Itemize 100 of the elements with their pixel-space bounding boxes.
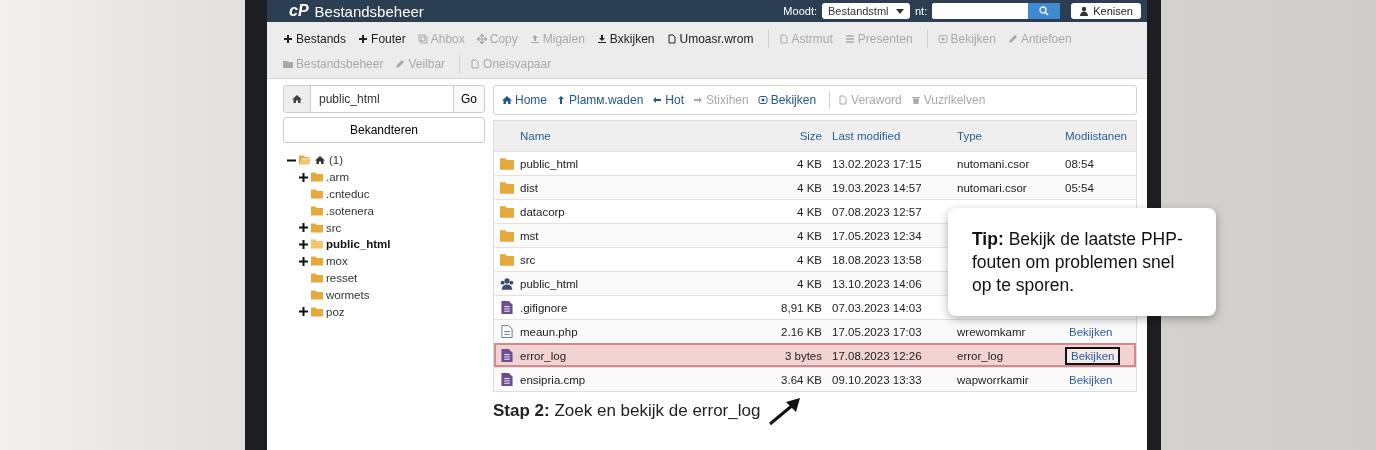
tree-item[interactable]: wormets: [326, 288, 370, 301]
table-row[interactable]: meaun.php 2.16 KB 17.05.2023 17:03 wrewomkamr Bekijken: [494, 319, 1136, 343]
column-header[interactable]: Size: [770, 130, 832, 142]
folder-icon: [311, 256, 323, 267]
toolbar-button[interactable]: Fouter: [354, 31, 414, 46]
file-size: 4 KB: [796, 277, 823, 290]
tree-item[interactable]: poz: [326, 305, 345, 318]
folder-icon: [311, 289, 323, 300]
download-icon: [596, 33, 607, 44]
modified-date: 07.08.2023 12:57: [832, 205, 923, 218]
mode-label: Moodt:: [783, 5, 817, 17]
file-size: 8,91 KB: [780, 301, 823, 314]
users-icon: [500, 277, 514, 290]
home-button[interactable]: [283, 85, 311, 113]
folder-icon: [500, 181, 514, 194]
nav-button[interactable]: Plamм.waden: [554, 93, 651, 107]
tree-item[interactable]: (1): [329, 154, 344, 167]
tree-item[interactable]: public_html: [326, 238, 391, 251]
modified-date: 09.10.2023 13:33: [832, 373, 923, 386]
pencil-icon: [395, 58, 406, 69]
file-type: wrewomkamr: [957, 325, 1027, 338]
file-type: nutomari.csor: [957, 181, 1028, 194]
view-link[interactable]: Bekijken: [1065, 346, 1121, 365]
user-button[interactable]: Kenisen: [1071, 3, 1141, 19]
modified-date: 07.03.2023 14:03: [832, 301, 923, 314]
table-row[interactable]: error_log 3 bytes 17.08.2023 12:26 error_log Bekijken: [494, 343, 1136, 367]
dropdown-caret-icon: [896, 8, 904, 14]
expand-icon[interactable]: [299, 172, 308, 182]
search-field[interactable]: [932, 3, 1029, 19]
file-size: 4 KB: [796, 253, 823, 266]
file-name: ensipria.cmp: [520, 373, 587, 386]
file-name: public_html: [520, 277, 580, 290]
expand-icon[interactable]: [299, 223, 308, 233]
expand-icon[interactable]: [299, 256, 308, 266]
toolbar-button[interactable]: Bestands: [279, 31, 355, 46]
file-name: mst: [520, 229, 540, 242]
column-header[interactable]: Name: [520, 130, 770, 142]
logo: cP: [289, 2, 309, 20]
file-icon: [500, 301, 514, 314]
folder-icon: [500, 157, 514, 170]
folder-icon: [500, 253, 514, 266]
tree-item[interactable]: resset: [326, 271, 358, 284]
file-size: 4 KB: [796, 157, 823, 170]
list-icon: [844, 33, 855, 44]
search-icon: [1039, 6, 1050, 16]
table-row[interactable]: dist 4 KB 19.03.2023 14:57 nutomari.csor 05:54: [494, 175, 1136, 199]
nav-button[interactable]: Hot: [650, 93, 691, 107]
modified-date: 13.10.2023 14:06: [832, 277, 923, 290]
tree-item[interactable]: mox: [326, 255, 348, 268]
search-button[interactable]: [1028, 3, 1061, 19]
folder-icon: [500, 229, 514, 242]
upload-icon: [529, 33, 540, 44]
column-header[interactable]: Modiistanen: [1065, 130, 1136, 142]
expand-icon[interactable]: [299, 307, 308, 317]
view-link[interactable]: Bekijken: [1065, 372, 1117, 387]
nav-button[interactable]: Bekijken: [755, 93, 824, 107]
back-arrow-icon: [652, 95, 663, 105]
reload-button[interactable]: Bekandteren: [283, 117, 485, 143]
move-icon: [476, 33, 487, 44]
tree-item[interactable]: .cnteduc: [326, 188, 370, 200]
open-folder-icon: [299, 155, 311, 166]
view-link[interactable]: Bekijken: [1065, 324, 1117, 339]
folder-icon: [311, 306, 323, 317]
modified-date: 17.08.2023 12:26: [832, 349, 923, 362]
table-row[interactable]: ensipria.cmp 3.64 KB 09.10.2023 13:33 wapworrkamir Bekijken: [494, 367, 1136, 391]
time-cell-text: 08:54: [1065, 157, 1095, 170]
file-type: wapworrkamir: [957, 373, 1030, 386]
filter-label: nt:: [915, 5, 928, 17]
expand-icon[interactable]: [299, 239, 308, 249]
file-name: dist: [520, 181, 539, 194]
go-button[interactable]: Go: [453, 85, 485, 113]
tree-item[interactable]: src: [326, 221, 342, 234]
document-icon: [838, 95, 849, 105]
nav-button[interactable]: Home: [500, 93, 554, 107]
modified-date: 18.08.2023 13:58: [832, 253, 923, 266]
tree-item[interactable]: .sotenera: [326, 204, 374, 217]
tree-item[interactable]: .arm: [326, 171, 349, 184]
file-name: .gifignore: [520, 301, 569, 314]
folder-icon: [311, 172, 323, 183]
column-header[interactable]: Type: [957, 130, 1065, 142]
user-icon: [1079, 6, 1090, 16]
path-field[interactable]: public_html: [311, 85, 453, 113]
file-icon: [500, 349, 514, 362]
time-cell-text: 05:54: [1065, 181, 1095, 194]
toolbar-button[interactable]: Bxkijken: [592, 31, 663, 46]
forward-arrow-icon: [693, 95, 703, 105]
file-type: nutomani.csor: [957, 157, 1031, 170]
toolbar-button[interactable]: Umoasr.wrom: [662, 31, 762, 46]
step-annotation: Stap 2: Zoek en bekijk de error_log: [493, 401, 761, 421]
file-size: 4 KB: [796, 181, 823, 194]
pencil-icon: [1007, 33, 1018, 44]
file-size: 3.64 KB: [780, 373, 823, 386]
modified-date: 17.05.2023 12:34: [832, 229, 923, 242]
column-header[interactable]: Last modified: [832, 130, 957, 142]
home-icon: [314, 155, 326, 166]
document-icon: [470, 58, 481, 69]
mode-select[interactable]: Bestandstml: [822, 3, 910, 19]
arrow-icon: [768, 396, 803, 426]
folder-icon: [311, 272, 323, 283]
file-name: error_log: [520, 349, 568, 362]
